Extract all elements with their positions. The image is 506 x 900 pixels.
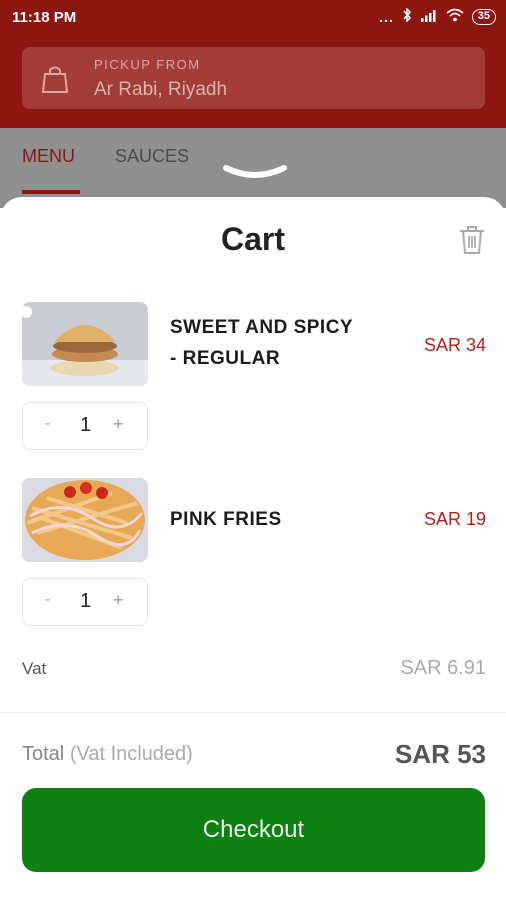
quantity-stepper: - 1 + <box>22 402 148 450</box>
pickup-location: Ar Rabi, Riyadh <box>94 79 228 100</box>
quantity-value: 1 <box>80 590 92 612</box>
wifi-icon <box>446 8 464 25</box>
cart-title: Cart <box>220 221 285 257</box>
header: PICKUP FROM Ar Rabi, Riyadh <box>0 36 506 128</box>
checkout-button[interactable]: Checkout <box>22 788 485 872</box>
divider <box>0 712 506 713</box>
item-price: SAR 34 <box>423 335 486 355</box>
total-label-text: Total <box>22 743 65 765</box>
decrease-quantity-button[interactable]: - <box>45 591 50 609</box>
shopping-bag-icon <box>40 64 70 99</box>
status-time: 11:18 PM <box>12 9 77 26</box>
trash-icon[interactable] <box>458 225 486 260</box>
item-name-line1: SWEET AND SPICY <box>170 317 354 338</box>
burger-image <box>22 302 148 386</box>
bluetooth-icon <box>402 7 412 25</box>
decrease-quantity-button[interactable]: - <box>45 415 50 433</box>
battery-icon: 35 <box>471 8 496 25</box>
tab-sauces[interactable]: SAUCES <box>115 146 189 167</box>
item-name-line1: PINK FRIES <box>170 509 282 530</box>
item-name-line2: - REGULAR <box>170 348 281 369</box>
status-bar: 11:18 PM ... 35 <box>0 0 506 36</box>
item-name: PINK FRIES <box>170 504 282 535</box>
fries-image <box>22 478 148 562</box>
total-label: Total (Vat Included) <box>22 743 193 766</box>
active-tab-indicator <box>22 190 80 194</box>
increase-quantity-button[interactable]: + <box>113 414 124 435</box>
item-name: SWEET AND SPICY - REGULAR <box>170 312 353 374</box>
category-tabs: MENU SAUCES <box>0 128 506 208</box>
status-icons: ... 35 <box>379 7 496 25</box>
pickup-label: PICKUP FROM <box>94 57 201 72</box>
cart-sheet: Cart SWEET AND SPICY - REGULAR SAR 34 - … <box>0 197 506 900</box>
item-price: SAR 19 <box>423 509 486 529</box>
more-dots: ... <box>379 8 394 25</box>
quantity-value: 1 <box>80 414 92 436</box>
total-value: SAR 53 <box>394 739 486 769</box>
chevron-down-icon[interactable] <box>222 162 288 187</box>
vat-label: Vat <box>22 659 47 678</box>
total-label-sub: (Vat Included) <box>69 743 193 765</box>
signal-icon <box>420 9 438 25</box>
tab-menu[interactable]: MENU <box>22 146 75 167</box>
quantity-stepper: - 1 + <box>22 578 148 626</box>
vat-value: SAR 6.91 <box>400 657 486 679</box>
increase-quantity-button[interactable]: + <box>113 590 124 611</box>
pickup-location-selector[interactable]: PICKUP FROM Ar Rabi, Riyadh <box>22 47 485 109</box>
